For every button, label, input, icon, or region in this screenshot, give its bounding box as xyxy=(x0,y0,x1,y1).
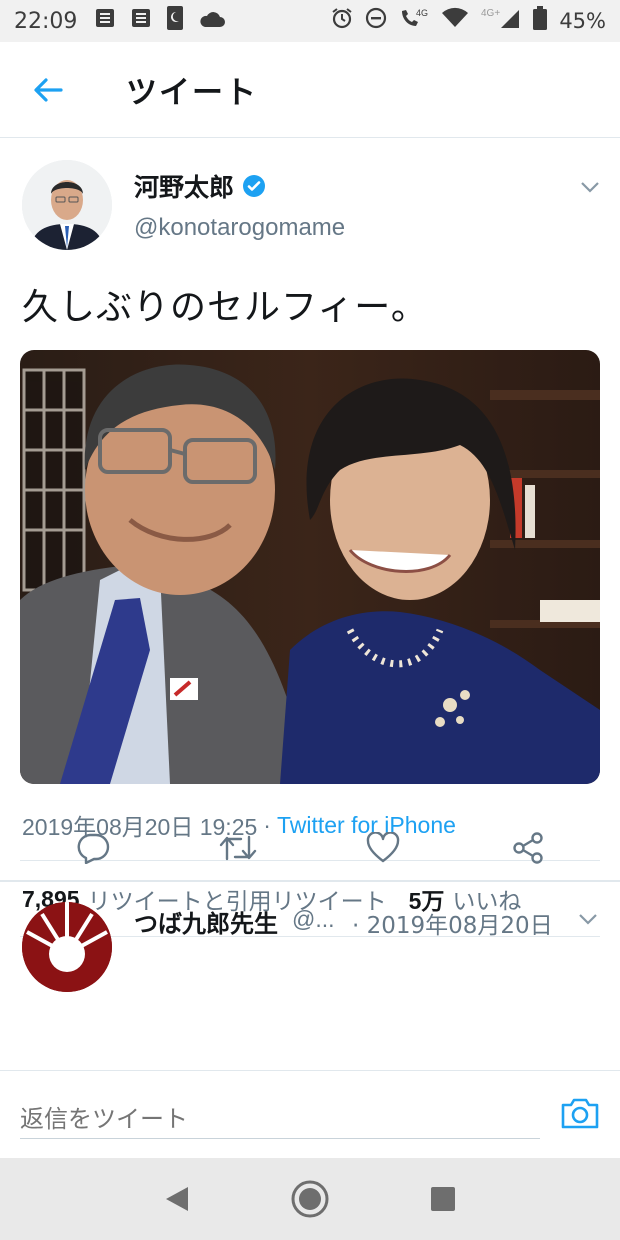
circle-home-icon xyxy=(291,1180,329,1218)
retweet-icon xyxy=(219,835,256,861)
night-mode-icon xyxy=(167,6,184,36)
reply-date: · 2019年08月20日 xyxy=(352,913,553,939)
tweet-text: 久しぶりのセルフィー。 xyxy=(22,287,428,328)
nav-back-button[interactable] xyxy=(152,1174,202,1224)
alarm-icon xyxy=(331,7,353,35)
share-button[interactable] xyxy=(498,818,558,878)
tweet-detail: 河野太郎 @konotarogomame 久しぶりのセルフィー。 2019年08… xyxy=(0,138,620,937)
nav-home-button[interactable] xyxy=(285,1174,335,1224)
reply-composer xyxy=(0,1070,620,1158)
page-title: ツイート xyxy=(126,75,258,111)
camera-icon xyxy=(561,1098,599,1129)
verified-badge-icon xyxy=(243,175,266,197)
retweet-button[interactable] xyxy=(208,818,268,878)
svg-text:4G+: 4G+ xyxy=(481,8,500,19)
author-handle[interactable]: @konotarogomame xyxy=(134,214,345,242)
reply-author-name[interactable]: つば九郎先生 xyxy=(134,904,278,939)
notification-doc-icon xyxy=(131,8,151,34)
reply-menu-button[interactable] xyxy=(578,910,598,929)
heart-icon xyxy=(366,832,399,863)
tweet-photo[interactable] xyxy=(20,350,600,784)
system-nav-bar xyxy=(0,1158,620,1240)
triangle-back-icon xyxy=(165,1187,188,1211)
notification-doc-icon xyxy=(95,8,115,34)
comment-icon xyxy=(77,833,109,864)
author-display-name: 河野太郎 xyxy=(134,173,235,202)
battery-percent: 45% xyxy=(559,9,606,33)
tweet-menu-button[interactable] xyxy=(580,178,600,197)
tweet-actions xyxy=(0,810,620,886)
reply-list-item[interactable]: つば九郎先生 @... · 2019年08月20日 xyxy=(0,882,620,1070)
chevron-down-icon xyxy=(579,914,597,925)
status-time: 22:09 xyxy=(14,8,78,34)
author-name[interactable]: 河野太郎 xyxy=(134,168,266,204)
svg-text:4G: 4G xyxy=(416,8,428,18)
reply-author-handle: @... xyxy=(292,906,335,932)
status-bar: 22:09 4G 4G+ 45% xyxy=(0,0,620,42)
reply-button[interactable] xyxy=(63,818,123,878)
wifi-icon xyxy=(441,7,469,35)
like-button[interactable] xyxy=(353,818,413,878)
signal-icon: 4G+ xyxy=(481,6,521,36)
reply-input[interactable] xyxy=(20,1093,540,1139)
tweet-author: 河野太郎 @konotarogomame xyxy=(0,138,620,256)
wifi-call-icon: 4G xyxy=(399,7,429,35)
nav-recents-button[interactable] xyxy=(418,1174,468,1224)
cloud-icon xyxy=(199,9,226,34)
do-not-disturb-icon xyxy=(365,7,387,35)
arrow-left-icon xyxy=(34,77,63,102)
square-recents-icon xyxy=(431,1187,456,1211)
chevron-down-icon xyxy=(581,182,599,193)
avatar[interactable] xyxy=(22,160,112,250)
app-header: ツイート xyxy=(0,42,620,138)
reply-avatar[interactable] xyxy=(22,902,112,992)
share-icon xyxy=(512,832,543,864)
battery-icon xyxy=(533,6,548,36)
back-button[interactable] xyxy=(0,42,96,138)
camera-button[interactable] xyxy=(560,1095,600,1135)
